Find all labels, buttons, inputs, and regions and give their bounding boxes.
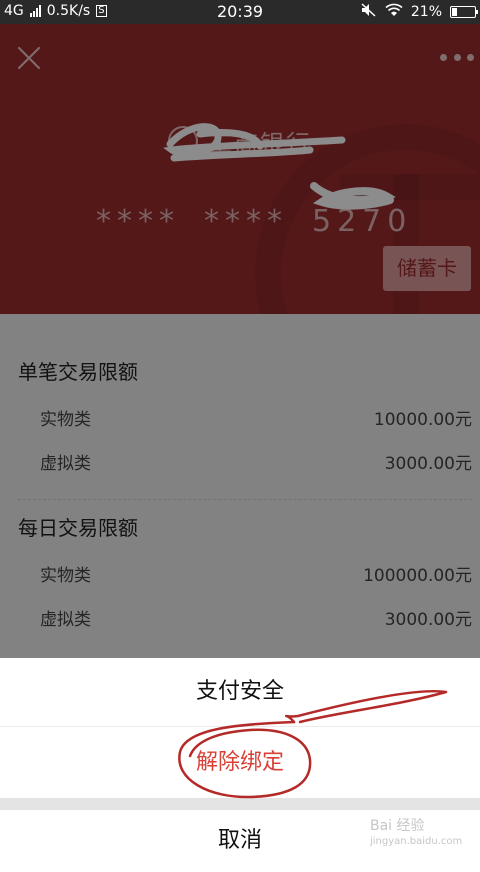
modal-overlay[interactable] bbox=[0, 24, 480, 658]
watermark-line-2: jingyan.baidu.com bbox=[370, 836, 463, 847]
status-right: 21% bbox=[361, 3, 478, 21]
watermark-line-1: Bai 经验 bbox=[370, 818, 425, 834]
status-bar: 4G 0.5K/s S 20:39 21% bbox=[0, 0, 480, 24]
watermark: Bai 经验 jingyan.baidu.com bbox=[370, 818, 462, 850]
sheet-gap bbox=[0, 798, 480, 810]
mute-icon bbox=[361, 3, 377, 21]
unbind-card-button[interactable]: 解除绑定 bbox=[0, 726, 480, 798]
wifi-icon bbox=[385, 3, 403, 21]
payment-security-button[interactable]: 支付安全 bbox=[0, 658, 480, 726]
battery-percent: 21% bbox=[410, 4, 442, 20]
battery-icon bbox=[450, 6, 478, 18]
